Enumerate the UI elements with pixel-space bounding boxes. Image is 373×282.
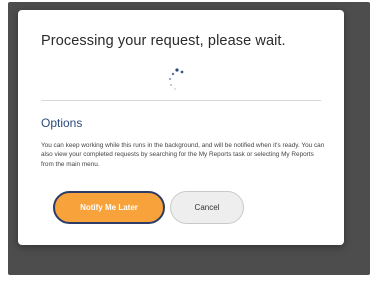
processing-dialog: Processing your request, please wait. Op… — [18, 10, 344, 245]
options-heading: Options — [41, 116, 83, 130]
notify-me-later-button[interactable]: Notify Me Later — [53, 191, 165, 224]
divider — [41, 100, 321, 101]
cancel-button[interactable]: Cancel — [170, 191, 244, 224]
loading-spinner-icon — [162, 66, 192, 96]
dialog-title: Processing your request, please wait. — [41, 33, 286, 49]
options-description: You can keep working while this runs in … — [41, 142, 325, 168]
